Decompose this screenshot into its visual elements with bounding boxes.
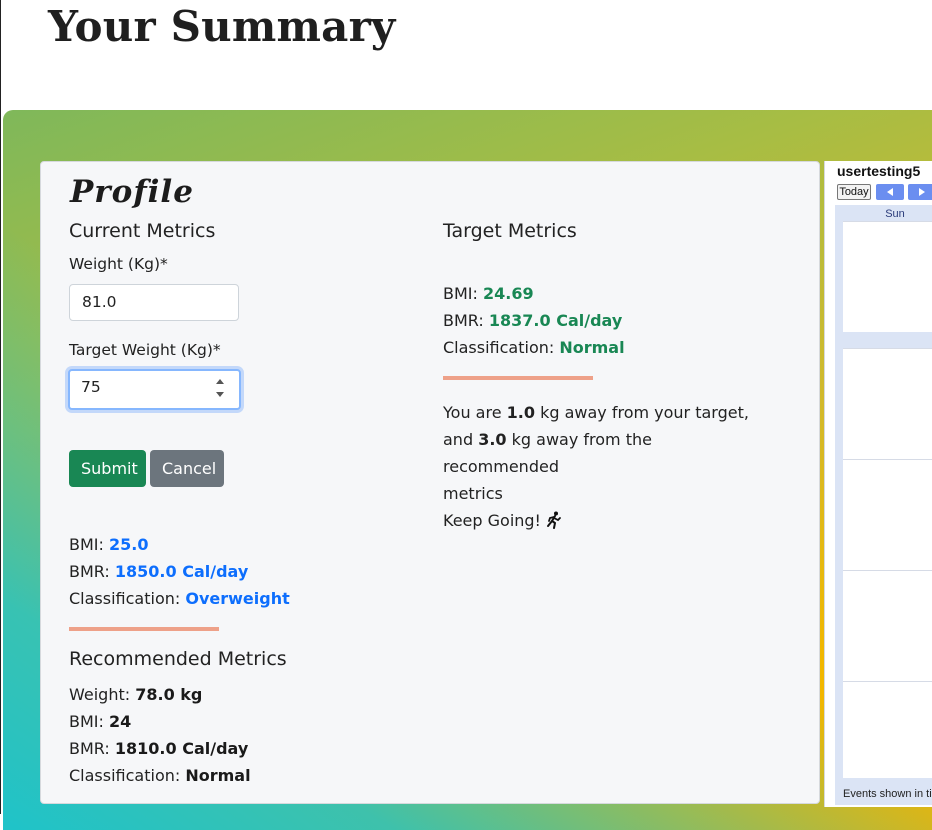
recommended-bmr-label: BMR: <box>69 739 110 758</box>
profile-card: Profile Current Metrics Target Metrics W… <box>40 161 820 804</box>
target-divider <box>443 376 593 380</box>
weight-input[interactable]: 81.0 <box>69 284 239 321</box>
recommended-bmr: BMR: 1810.0 Cal/day <box>69 739 248 758</box>
summary-text-2: kg away from your target, <box>540 403 749 422</box>
current-classification: Classification: Overweight <box>69 589 290 608</box>
calendar-cell[interactable] <box>843 681 932 778</box>
summary-text-1: You are <box>443 403 502 422</box>
progress-summary: You are 1.0 kg away from your target, an… <box>443 399 763 537</box>
summary-text-3: and <box>443 430 474 449</box>
target-class-label: Classification: <box>443 338 555 357</box>
target-class-value: Normal <box>559 338 625 357</box>
current-bmr-value: 1850.0 Cal/day <box>114 562 249 581</box>
calendar-today-button[interactable]: Today <box>837 184 871 200</box>
keep-going-text: Keep Going! <box>443 511 541 530</box>
submit-button[interactable]: Submit <box>69 450 146 487</box>
recommended-bmi-label: BMI: <box>69 712 104 731</box>
target-bmr-value: 1837.0 Cal/day <box>488 311 623 330</box>
recommended-weight: Weight: 78.0 kg <box>69 685 202 704</box>
target-bmi: BMI: 24.69 <box>443 284 534 303</box>
calendar-cell[interactable] <box>843 348 932 459</box>
weight-label: Weight (Kg)* <box>69 255 168 273</box>
page-left-border <box>0 0 1 814</box>
recommended-metrics-heading: Recommended Metrics <box>69 648 287 670</box>
target-weight-value: 75 <box>81 378 101 396</box>
current-class-label: Classification: <box>69 589 181 608</box>
calendar-user: usertesting5 <box>837 163 921 179</box>
spinner-up-icon[interactable] <box>216 379 224 384</box>
target-bmi-value: 24.69 <box>482 284 534 303</box>
summary-text-5: metrics <box>443 484 503 503</box>
recommended-class-value: Normal <box>185 766 251 785</box>
current-bmi-value: 25.0 <box>108 535 149 554</box>
current-bmr: BMR: 1850.0 Cal/day <box>69 562 248 581</box>
spinner-down-icon[interactable] <box>216 392 224 397</box>
calendar-footer: Events shown in ti <box>843 788 932 800</box>
cancel-button[interactable]: Cancel <box>150 450 224 487</box>
current-bmr-label: BMR: <box>69 562 110 581</box>
calendar-cell[interactable] <box>843 570 932 681</box>
current-metrics-heading: Current Metrics <box>69 220 216 242</box>
recommended-weight-value: 78.0 kg <box>135 685 203 704</box>
page-title: Your Summary <box>48 2 396 51</box>
recommended-class-label: Classification: <box>69 766 181 785</box>
target-weight-label: Target Weight (Kg)* <box>69 341 221 359</box>
current-divider <box>69 627 219 631</box>
calendar-grid: Sun <box>835 205 932 805</box>
recommended-bmi: BMI: 24 <box>69 712 131 731</box>
calendar-cell[interactable] <box>843 221 932 332</box>
target-classification: Classification: Normal <box>443 338 625 357</box>
profile-title: Profile <box>70 174 194 210</box>
calendar-cell[interactable] <box>843 459 932 570</box>
target-metrics-heading: Target Metrics <box>443 220 577 242</box>
target-bmi-label: BMI: <box>443 284 478 303</box>
recommended-bmr-value: 1810.0 Cal/day <box>114 739 249 758</box>
calendar-widget: usertesting5 Today Sun Events shown in t… <box>824 161 932 807</box>
summary-text-4: kg away from the recommended <box>443 430 652 476</box>
recommended-weight-label: Weight: <box>69 685 131 704</box>
target-bmr: BMR: 1837.0 Cal/day <box>443 311 622 330</box>
recommended-gap-value: 3.0 <box>478 430 507 449</box>
recommended-bmi-value: 24 <box>108 712 132 731</box>
target-gap-value: 1.0 <box>506 403 535 422</box>
recommended-classification: Classification: Normal <box>69 766 251 785</box>
current-class-value: Overweight <box>185 589 290 608</box>
calendar-next-icon[interactable] <box>908 184 932 200</box>
current-bmi: BMI: 25.0 <box>69 535 148 554</box>
calendar-prev-icon[interactable] <box>876 184 904 200</box>
person-running-icon <box>546 510 562 537</box>
current-bmi-label: BMI: <box>69 535 104 554</box>
calendar-day-header: Sun <box>885 208 905 220</box>
number-spinner[interactable] <box>215 379 225 397</box>
target-weight-input[interactable]: 75 <box>68 369 241 410</box>
target-bmr-label: BMR: <box>443 311 484 330</box>
